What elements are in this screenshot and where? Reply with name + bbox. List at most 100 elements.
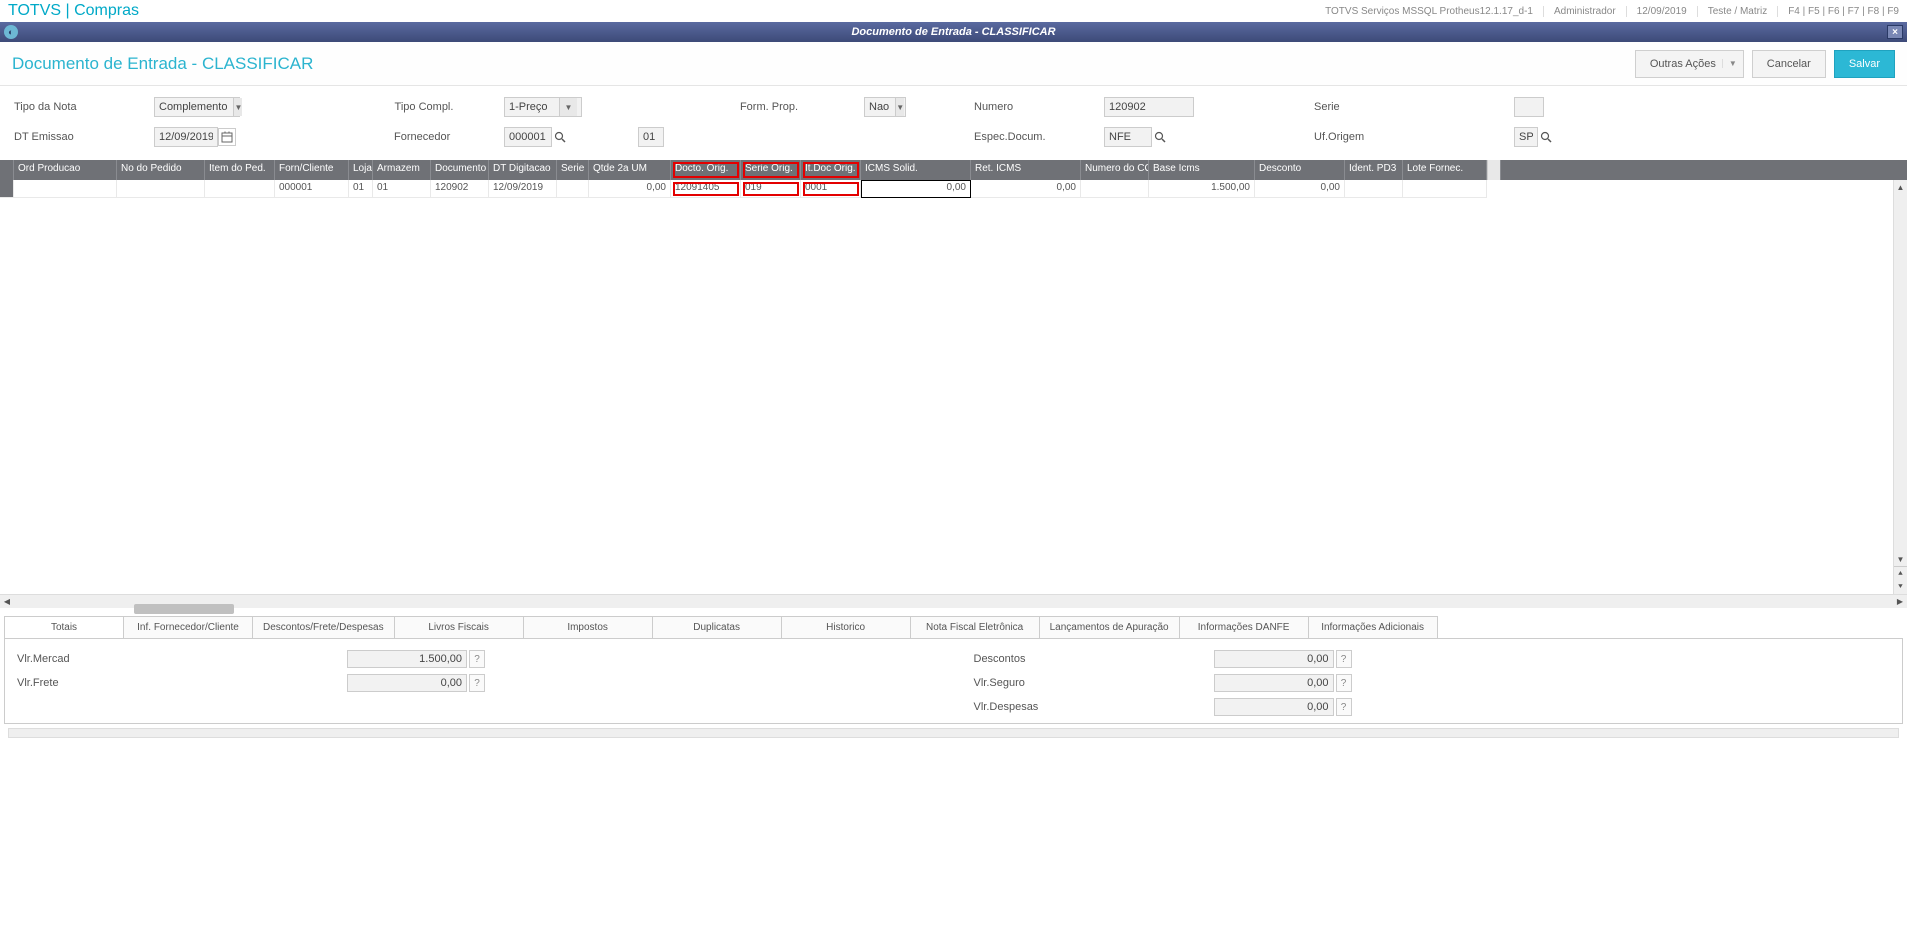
save-button[interactable]: Salvar [1834, 50, 1895, 78]
help-icon[interactable]: ? [1336, 674, 1352, 692]
cell-docto-orig[interactable]: 12091405 [671, 180, 741, 198]
grid-config-icon[interactable] [0, 160, 14, 180]
cell-item[interactable] [205, 180, 275, 198]
col-icms-solid[interactable]: ICMS Solid. [861, 160, 971, 180]
col-forn-cliente[interactable]: Forn/Cliente [275, 160, 349, 180]
fornecedor-field[interactable] [504, 127, 552, 147]
fornecedor-loja-field[interactable] [638, 127, 664, 147]
col-docto-orig[interactable]: Docto. Orig. [671, 160, 741, 180]
hscroll-thumb[interactable] [134, 604, 234, 614]
espec-field[interactable] [1104, 127, 1152, 147]
col-qtde-2a[interactable]: Qtde 2a UM [589, 160, 671, 180]
cell-serie-orig[interactable]: 019 [741, 180, 801, 198]
tab-inf-fornecedor[interactable]: Inf. Fornecedor/Cliente [123, 616, 253, 638]
tab-danfe[interactable]: Informações DANFE [1179, 616, 1309, 638]
tipo-nota-select[interactable]: Complemento ▼ [154, 97, 240, 117]
cell-forn[interactable]: 000001 [275, 180, 349, 198]
scroll-jump-up-icon[interactable]: ⯅ [1894, 566, 1907, 580]
scroll-left-icon[interactable]: ◀ [0, 597, 14, 606]
vlr-seguro-field[interactable] [1214, 674, 1334, 692]
help-icon[interactable]: ? [469, 674, 485, 692]
scroll-down-icon[interactable]: ▼ [1894, 552, 1907, 566]
scroll-jump-down-icon[interactable]: ⯆ [1894, 580, 1907, 594]
form-prop-label: Form. Prop. [674, 101, 864, 113]
tab-lancamentos[interactable]: Lançamentos de Apuração [1039, 616, 1180, 638]
tab-totais[interactable]: Totais [4, 616, 124, 638]
col-documento[interactable]: Documento [431, 160, 489, 180]
grid-horizontal-scrollbar[interactable]: ◀ ▶ [0, 594, 1907, 608]
cell-ped[interactable] [117, 180, 205, 198]
cell-ord[interactable] [14, 180, 117, 198]
col-item-ped[interactable]: Item do Ped. [205, 160, 275, 180]
help-icon[interactable]: ? [469, 650, 485, 668]
col-it-doc-orig[interactable]: It.Doc Orig. [801, 160, 861, 180]
cell-pd3[interactable] [1345, 180, 1403, 198]
scroll-right-icon[interactable]: ▶ [1893, 597, 1907, 606]
cell-ser[interactable] [557, 180, 589, 198]
app-icon: ◐ [4, 25, 18, 39]
col-serie[interactable]: Serie [557, 160, 589, 180]
search-icon[interactable] [1152, 129, 1168, 145]
window-title: Documento de Entrada - CLASSIFICAR [851, 26, 1055, 38]
tab-impostos[interactable]: Impostos [523, 616, 653, 638]
col-dt-digitacao[interactable]: DT Digitacao [489, 160, 557, 180]
tab-nfe[interactable]: Nota Fiscal Eletrônica [910, 616, 1040, 638]
tipo-compl-select[interactable]: 1-Preço ▼ [504, 97, 582, 117]
cell-qtde[interactable]: 0,00 [589, 180, 671, 198]
cell-desconto[interactable]: 0,00 [1255, 180, 1345, 198]
col-ord-producao[interactable]: Ord Producao [14, 160, 117, 180]
col-numero-cq[interactable]: Numero do CQ [1081, 160, 1149, 180]
col-desconto[interactable]: Desconto [1255, 160, 1345, 180]
cell-lote[interactable] [1403, 180, 1487, 198]
tab-duplicatas[interactable]: Duplicatas [652, 616, 782, 638]
grid-vertical-scrollbar[interactable]: ▲ ▼ ⯅ ⯆ [1893, 180, 1907, 594]
search-icon[interactable] [1538, 129, 1554, 145]
cell-doc[interactable]: 120902 [431, 180, 489, 198]
col-serie-orig[interactable]: Serie Orig. [741, 160, 801, 180]
cell-icms-solid[interactable]: 0,00 [861, 180, 971, 198]
scroll-track[interactable] [1894, 194, 1907, 552]
vlr-mercad-field[interactable] [347, 650, 467, 668]
descontos-label: Descontos [974, 653, 1214, 665]
row-marker [0, 180, 14, 198]
cell-it-doc-orig[interactable]: 0001 [801, 180, 861, 198]
col-loja[interactable]: Loja [349, 160, 373, 180]
close-icon[interactable]: × [1887, 25, 1903, 39]
col-base-icms[interactable]: Base Icms [1149, 160, 1255, 180]
col-lote-fornec[interactable]: Lote Fornec. [1403, 160, 1487, 180]
tab-livros[interactable]: Livros Fiscais [394, 616, 524, 638]
vlr-frete-field[interactable] [347, 674, 467, 692]
tab-historico[interactable]: Historico [781, 616, 911, 638]
serie-field[interactable] [1514, 97, 1544, 117]
uf-field[interactable] [1514, 127, 1538, 147]
scroll-up-icon[interactable]: ▲ [1894, 180, 1907, 194]
col-ident-pd3[interactable]: Ident. PD3 [1345, 160, 1403, 180]
cancel-button[interactable]: Cancelar [1752, 50, 1826, 78]
env-label: Teste / Matriz [1697, 6, 1767, 17]
help-icon[interactable]: ? [1336, 650, 1352, 668]
calendar-icon[interactable] [218, 128, 236, 146]
tab-adicionais[interactable]: Informações Adicionais [1308, 616, 1438, 638]
help-icon[interactable]: ? [1336, 698, 1352, 716]
descontos-field[interactable] [1214, 650, 1334, 668]
tab-descontos[interactable]: Descontos/Frete/Despesas [252, 616, 395, 638]
cell-loja[interactable]: 01 [349, 180, 373, 198]
cell-arm[interactable]: 01 [373, 180, 431, 198]
cell-cq[interactable] [1081, 180, 1149, 198]
header-row: Documento de Entrada - CLASSIFICAR Outra… [0, 42, 1907, 86]
page-horizontal-scrollbar[interactable] [8, 728, 1899, 738]
col-no-pedido[interactable]: No do Pedido [117, 160, 205, 180]
cell-ret-icms[interactable]: 0,00 [971, 180, 1081, 198]
cell-dt[interactable]: 12/09/2019 [489, 180, 557, 198]
outras-acoes-button[interactable]: Outras Ações ▼ [1635, 50, 1744, 78]
table-row[interactable]: 000001 01 01 120902 12/09/2019 0,00 1209… [0, 180, 1907, 198]
vlr-mercad-label: Vlr.Mercad [17, 653, 347, 665]
form-prop-select[interactable]: Nao ▼ [864, 97, 906, 117]
vlr-despesas-field[interactable] [1214, 698, 1334, 716]
col-armazem[interactable]: Armazem [373, 160, 431, 180]
numero-field[interactable] [1104, 97, 1194, 117]
dt-emissao-field[interactable] [154, 127, 218, 147]
cell-base-icms[interactable]: 1.500,00 [1149, 180, 1255, 198]
col-ret-icms[interactable]: Ret. ICMS [971, 160, 1081, 180]
search-icon[interactable] [552, 129, 568, 145]
